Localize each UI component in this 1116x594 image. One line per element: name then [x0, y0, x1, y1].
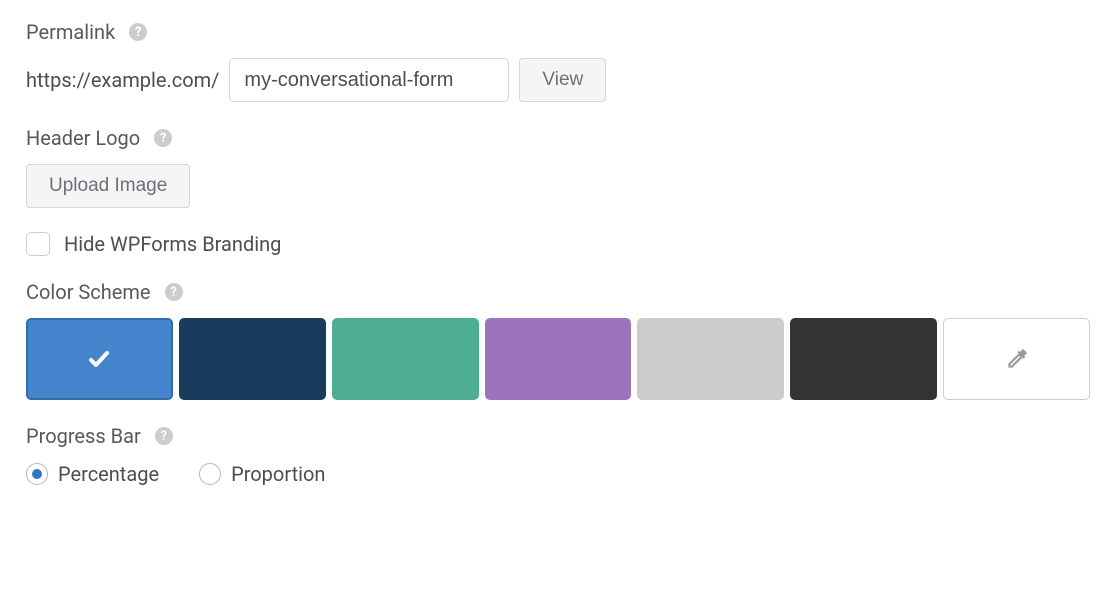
permalink-section: Permalink ? https://example.com/ View: [26, 20, 1090, 102]
progress-bar-options: Percentage Proportion: [26, 462, 1090, 486]
upload-image-button[interactable]: Upload Image: [26, 164, 190, 208]
progress-bar-section: Progress Bar ? Percentage Proportion: [26, 424, 1090, 486]
color-scheme-label: Color Scheme: [26, 280, 151, 304]
color-scheme-label-row: Color Scheme ?: [26, 280, 1090, 304]
header-logo-section: Header Logo ? Upload Image: [26, 126, 1090, 208]
permalink-row: https://example.com/ View: [26, 58, 1090, 102]
color-swatch-5[interactable]: [790, 318, 937, 400]
permalink-label: Permalink: [26, 20, 115, 44]
progress-bar-label: Progress Bar: [26, 424, 141, 448]
color-swatch-1[interactable]: [179, 318, 326, 400]
radio-label-proportion: Proportion: [231, 462, 325, 486]
help-icon[interactable]: ?: [165, 283, 183, 301]
progress-bar-label-row: Progress Bar ?: [26, 424, 1090, 448]
check-icon: [84, 347, 114, 371]
hide-branding-row[interactable]: Hide WPForms Branding: [26, 232, 1090, 256]
permalink-label-row: Permalink ?: [26, 20, 1090, 44]
help-icon[interactable]: ?: [154, 129, 172, 147]
eyedropper-icon: [1004, 346, 1030, 372]
hide-branding-checkbox[interactable]: [26, 232, 50, 256]
radio-percentage[interactable]: [26, 463, 48, 485]
progress-bar-option-percentage[interactable]: Percentage: [26, 462, 159, 486]
progress-bar-option-proportion[interactable]: Proportion: [199, 462, 325, 486]
hide-branding-label: Hide WPForms Branding: [64, 232, 281, 256]
color-scheme-section: Color Scheme ?: [26, 280, 1090, 400]
color-swatch-0[interactable]: [26, 318, 173, 400]
permalink-prefix: https://example.com/: [26, 68, 219, 92]
branding-section: Hide WPForms Branding: [26, 232, 1090, 256]
color-swatch-custom[interactable]: [943, 318, 1090, 400]
radio-proportion[interactable]: [199, 463, 221, 485]
header-logo-label: Header Logo: [26, 126, 140, 150]
help-icon[interactable]: ?: [155, 427, 173, 445]
header-logo-label-row: Header Logo ?: [26, 126, 1090, 150]
view-button[interactable]: View: [519, 58, 606, 102]
radio-label-percentage: Percentage: [58, 462, 159, 486]
help-icon[interactable]: ?: [129, 23, 147, 41]
color-swatches: [26, 318, 1090, 400]
color-swatch-2[interactable]: [332, 318, 479, 400]
permalink-slug-input[interactable]: [229, 58, 509, 102]
color-swatch-3[interactable]: [485, 318, 632, 400]
color-swatch-4[interactable]: [637, 318, 784, 400]
